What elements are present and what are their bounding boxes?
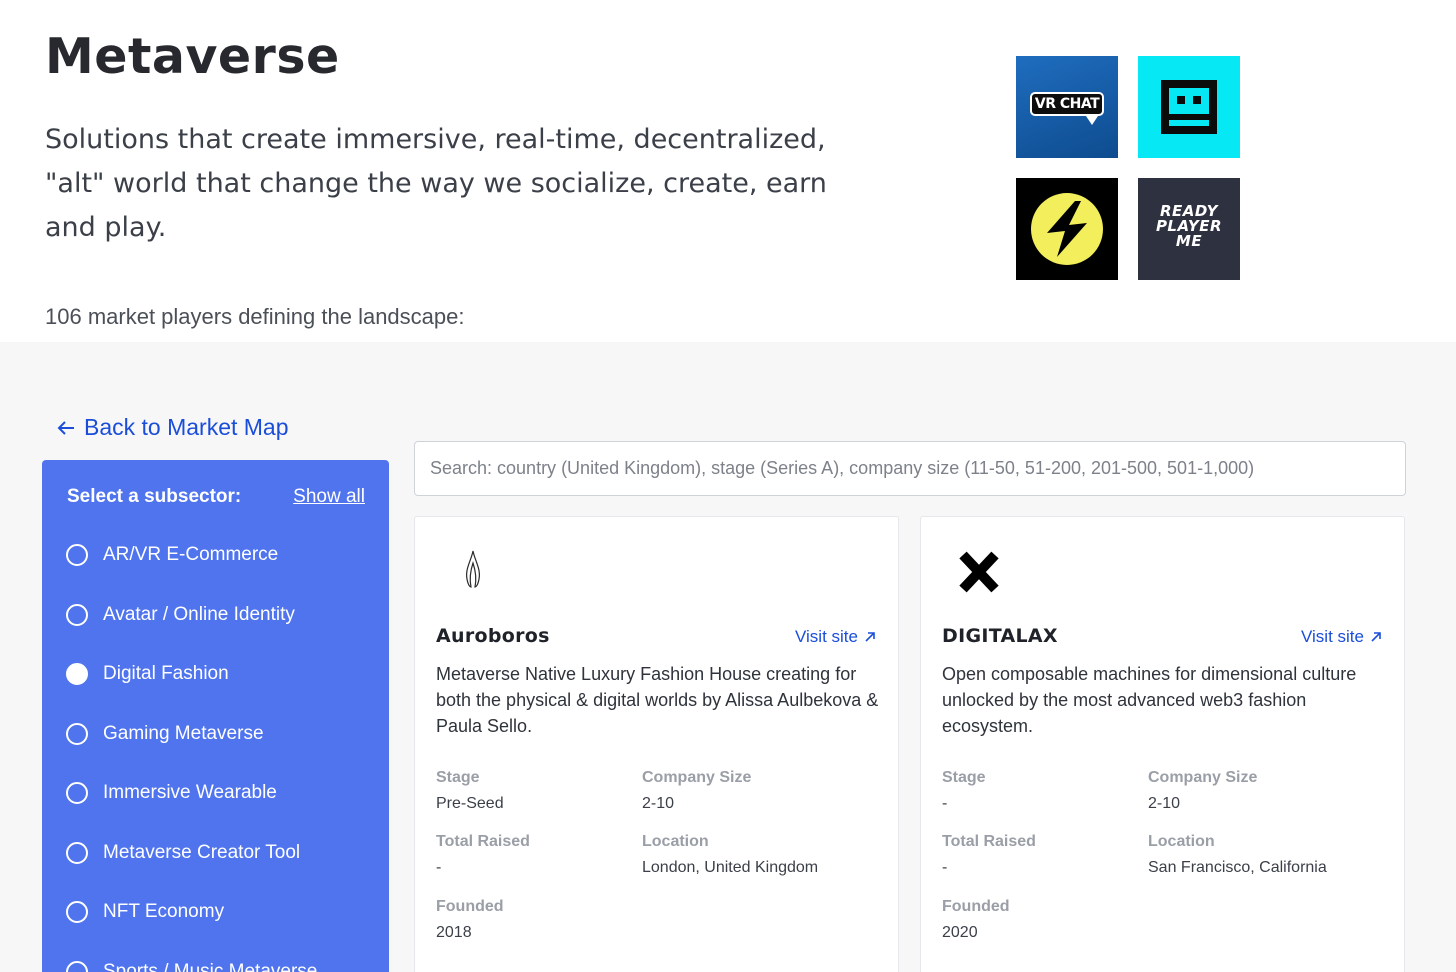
radio-selected-icon[interactable]: [66, 663, 88, 685]
visit-site-label: Visit site: [795, 627, 858, 646]
founded-label: Founded: [942, 898, 1010, 915]
show-all-link[interactable]: Show all: [293, 486, 365, 508]
subsector-item-digital-fashion[interactable]: Digital Fashion: [66, 663, 317, 723]
location-value: San Francisco, California: [1148, 859, 1327, 876]
external-link-arrow-icon: [1371, 632, 1381, 642]
subsector-label: Metaverse Creator Tool: [103, 841, 301, 863]
market-player-count: 106 market players defining the landscap…: [45, 304, 465, 329]
sidebar-title: Select a subsector:: [67, 486, 242, 507]
subsector-label: Sports / Music Metaverse: [103, 960, 318, 972]
company-size-value: 2-10: [1148, 795, 1181, 812]
subsector-item-immersive-wearable[interactable]: Immersive Wearable: [66, 782, 317, 842]
radio-icon[interactable]: [66, 722, 88, 745]
location-value: London, United Kingdom: [642, 859, 819, 876]
subsector-sidebar: Select a subsector: Show all AR/VR E-Com…: [42, 460, 389, 972]
total-raised-label: Total Raised: [942, 833, 1036, 850]
subsector-item-gaming-metaverse[interactable]: Gaming Metaverse: [66, 722, 317, 783]
company-card-auroboros: Auroboros Visit site Metaverse Native Lu…: [414, 516, 899, 972]
company-size-label: Company Size: [1148, 769, 1258, 786]
radio-icon[interactable]: [66, 841, 88, 864]
location-label: Location: [642, 833, 709, 850]
company-size-value: 2-10: [642, 795, 675, 812]
robot-face-icon: [1161, 80, 1217, 134]
page-description: Solutions that create immersive, real-ti…: [45, 124, 827, 243]
company-description: Metaverse Native Luxury Fashion House cr…: [436, 664, 879, 736]
vrchat-logo-text: VR CHAT: [1030, 92, 1104, 116]
market-map-panel: Back to Market Map Select a subsector: S…: [0, 342, 1456, 972]
subsector-list: AR/VR E-Commerce Avatar / Online Identit…: [66, 544, 317, 972]
radio-icon[interactable]: [66, 960, 88, 972]
back-to-market-map-link[interactable]: Back to Market Map: [56, 414, 289, 441]
subsector-label: Avatar / Online Identity: [103, 603, 295, 625]
subsector-label: NFT Economy: [103, 901, 225, 922]
total-raised-value: -: [942, 859, 948, 876]
visit-site-link[interactable]: Visit site: [795, 627, 876, 647]
visit-site-link[interactable]: Visit site: [1301, 627, 1382, 647]
stage-label: Stage: [436, 769, 480, 786]
subsector-item-nft-economy[interactable]: NFT Economy: [66, 901, 317, 961]
radio-icon[interactable]: [66, 544, 88, 566]
subsector-item-metaverse-creator-tool[interactable]: Metaverse Creator Tool: [66, 841, 317, 902]
stage-value: -: [942, 795, 948, 812]
vrchat-logo: VR CHAT: [1016, 56, 1118, 158]
subsector-label: Immersive Wearable: [103, 782, 277, 803]
founded-value: 2018: [436, 924, 472, 941]
bolt-circle-icon: [1031, 193, 1103, 265]
company-name: DIGITALAX: [942, 625, 1058, 647]
back-link-label: Back to Market Map: [84, 414, 289, 440]
visit-site-label: Visit site: [1301, 627, 1364, 646]
hero-section: Metaverse Solutions that create immersiv…: [0, 0, 1456, 342]
external-link-arrow-icon: [865, 632, 875, 642]
company-description: Open composable machines for dimensional…: [942, 664, 1357, 736]
speech-tail-icon: [1086, 116, 1098, 125]
radio-icon[interactable]: [66, 603, 88, 626]
founded-label: Founded: [436, 898, 504, 915]
lightning-bolt-icon: [1047, 201, 1087, 257]
arrow-left-icon: [57, 420, 74, 435]
subsector-item-ar-vr-e-commerce[interactable]: AR/VR E-Commerce: [66, 544, 317, 604]
lightning-bolt-logo: [1016, 178, 1118, 280]
total-raised-value: -: [436, 859, 442, 876]
search-input[interactable]: [414, 441, 1406, 496]
stage-value: Pre-Seed: [436, 795, 504, 812]
subsector-item-avatar-online-identity[interactable]: Avatar / Online Identity: [66, 603, 317, 664]
radio-icon[interactable]: [66, 782, 88, 804]
subsector-item-sports-music-metaverse[interactable]: Sports / Music Metaverse: [66, 960, 318, 972]
total-raised-label: Total Raised: [436, 833, 530, 850]
auroboros-logo: [466, 550, 480, 588]
subsector-label: AR/VR E-Commerce: [103, 544, 279, 565]
digitalax-x-logo: [959, 551, 999, 593]
company-size-label: Company Size: [642, 769, 752, 786]
founded-value: 2020: [942, 924, 978, 941]
ready-player-me-logo: READY PLAYER ME: [1138, 178, 1240, 280]
company-card-digitalax: DIGITALAX Visit site Open composable mac…: [920, 516, 1405, 972]
stage-label: Stage: [942, 769, 986, 786]
robot-face-logo: [1138, 56, 1240, 158]
location-label: Location: [1148, 833, 1215, 850]
subsector-label: Gaming Metaverse: [103, 722, 264, 744]
rpm-line-3: ME: [1175, 232, 1203, 250]
radio-icon[interactable]: [66, 901, 88, 923]
page-title: Metaverse: [45, 28, 340, 85]
subsector-label: Digital Fashion: [103, 663, 229, 684]
company-name: Auroboros: [436, 625, 550, 647]
